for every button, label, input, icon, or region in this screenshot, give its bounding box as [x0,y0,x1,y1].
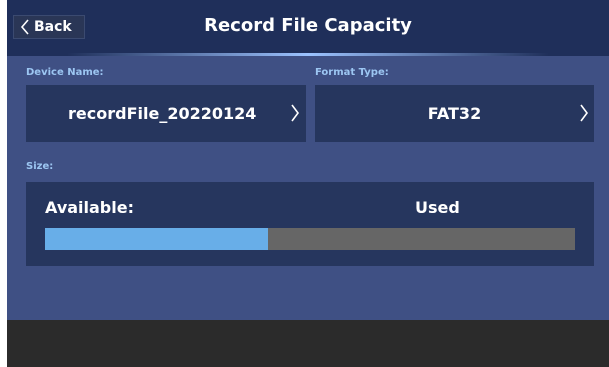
footer-bar [7,320,609,367]
format-type-value: FAT32 [427,104,482,123]
chevron-right-icon [580,104,588,122]
header-divider [67,53,549,56]
available-label: Available: [45,198,134,217]
size-label: Size: [26,161,54,172]
capacity-bar-fill [45,228,268,250]
used-label: Used [415,198,460,217]
record-file-capacity-screen: Back Record File Capacity Device Name: r… [7,0,609,367]
header-bar: Back Record File Capacity [7,0,609,56]
chevron-right-icon [291,104,299,122]
page-title: Record File Capacity [204,15,412,36]
device-name-label: Device Name: [26,67,104,78]
size-panel: Available: Used [26,182,594,266]
format-type-select[interactable]: FAT32 [315,85,594,142]
device-name-select[interactable]: recordFile_20220124 [26,85,306,142]
device-name-value: recordFile_20220124 [68,104,257,123]
capacity-bar [45,228,575,250]
format-type-label: Format Type: [315,67,389,78]
